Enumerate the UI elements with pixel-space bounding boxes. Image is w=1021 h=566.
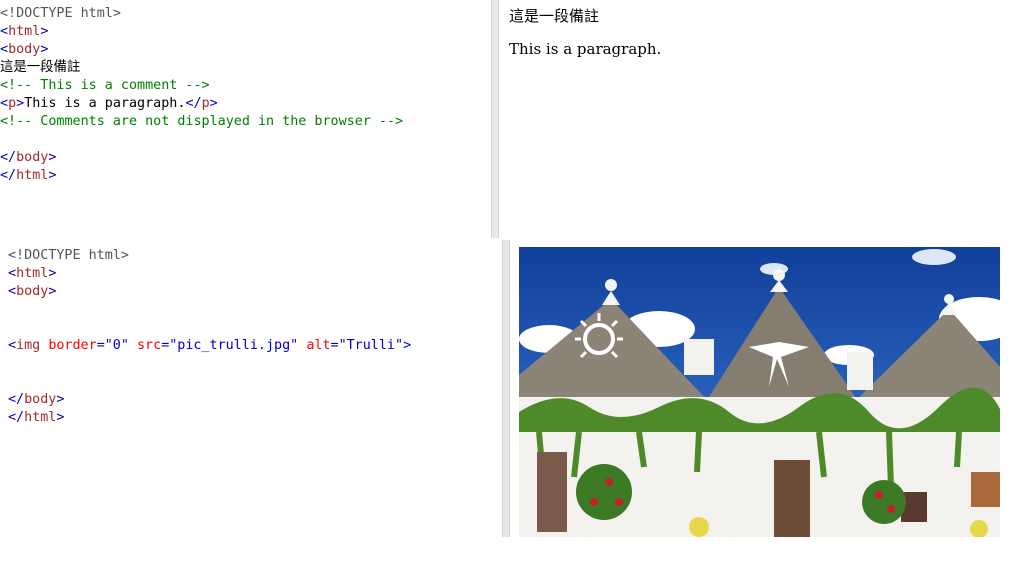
code-token: > [48,266,57,281]
code-token: </ [8,410,25,425]
code-line[interactable]: <p>This is a paragraph.</p> [0,95,490,113]
code-token: html [16,266,49,281]
code-token: < [8,266,17,281]
code-token: </ [0,168,17,183]
code-line[interactable]: <!-- This is a comment --> [0,77,490,95]
code-token: html [24,410,57,425]
bottom-pane-divider[interactable] [502,240,510,537]
door [537,452,567,532]
door [774,460,810,537]
code-token: </ [0,150,17,165]
code-token: > [16,96,25,111]
chimney [684,339,714,375]
code-line[interactable] [8,301,498,319]
code-token: < [0,24,9,39]
result-paragraph: This is a paragraph. [509,40,662,58]
code-token: > [48,168,57,183]
code-line[interactable] [8,373,498,391]
code-line[interactable]: 這是一段備註 [0,59,490,77]
flowers [689,517,709,537]
code-token: body [8,42,41,57]
flowers [590,498,598,506]
flowers [615,498,623,506]
code-token: "Trulli" [338,338,404,353]
code-token: "pic_trulli.jpg" [169,338,299,353]
code-line[interactable] [8,355,498,373]
code-token: < [8,338,17,353]
pinnacle [773,269,785,281]
code-token: p [8,96,17,111]
code-line[interactable]: <img border="0" src="pic_trulli.jpg" alt… [8,337,498,355]
code-line[interactable]: </body> [0,149,490,167]
code-token: <!-- This is a comment --> [0,78,210,93]
code-token: < [8,284,17,299]
code-token: html [8,24,41,39]
code-token: = [96,338,105,353]
top-code-editor[interactable]: <!DOCTYPE html> <html> <body> 這是一段備註 <!-- Th… [0,5,490,235]
flowers [887,505,895,513]
code-token: = [330,338,339,353]
code-line[interactable]: <body> [8,283,498,301]
code-token: html [16,168,49,183]
code-token: > [40,42,49,57]
pinnacle [605,279,617,291]
code-line[interactable]: <html> [8,265,498,283]
code-token: body [16,150,49,165]
code-line[interactable]: <body> [0,41,490,59]
pinnacle [944,294,954,304]
bottom-code-editor[interactable]: <!DOCTYPE html> <html> <body> <img border="… [8,247,498,547]
code-token: > [48,150,57,165]
flowers [875,491,883,499]
code-token: p [201,96,210,111]
code-token: body [24,392,57,407]
code-token: This is a paragraph. [24,96,186,111]
code-token: > [40,24,49,39]
code-line[interactable]: <!DOCTYPE html> [8,247,498,265]
code-token: > [48,284,57,299]
code-token: "0" [104,338,129,353]
flowers [862,480,906,524]
result-comment-text: 這是一段備註 [509,7,600,25]
cloud [912,249,956,265]
code-token: < [0,42,9,57]
flowers [576,464,632,520]
code-line[interactable] [8,319,498,337]
trulli-image [519,247,1000,537]
code-line[interactable]: <!-- Comments are not displayed in the b… [0,113,490,131]
code-token: src [137,338,162,353]
top-result-pane: 這是一段備註 This is a paragraph. [509,0,1009,235]
code-token: 這是一段備註 [0,60,81,75]
code-line[interactable]: </html> [8,409,498,427]
code-line[interactable]: <!DOCTYPE html> [0,5,490,23]
code-line[interactable] [0,131,490,149]
code-token: alt [306,338,331,353]
code-token: </ [8,392,25,407]
code-token: > [209,96,218,111]
code-token: </ [185,96,202,111]
code-line[interactable]: <html> [0,23,490,41]
chimney [847,352,873,390]
top-pane-divider[interactable] [491,0,499,238]
code-token: <!DOCTYPE html> [8,248,129,263]
code-token: <!-- Comments are not displayed in the b… [0,114,404,129]
code-line[interactable]: </html> [0,167,490,185]
code-token: > [56,410,65,425]
code-token: <!DOCTYPE html> [0,6,121,21]
window [971,472,1000,507]
code-token: > [403,338,412,353]
code-line[interactable]: </body> [8,391,498,409]
code-token: < [0,96,9,111]
code-token: border [48,338,97,353]
code-token: body [16,284,49,299]
code-token: > [56,392,65,407]
flowers [605,478,613,486]
code-token: img [16,338,41,353]
